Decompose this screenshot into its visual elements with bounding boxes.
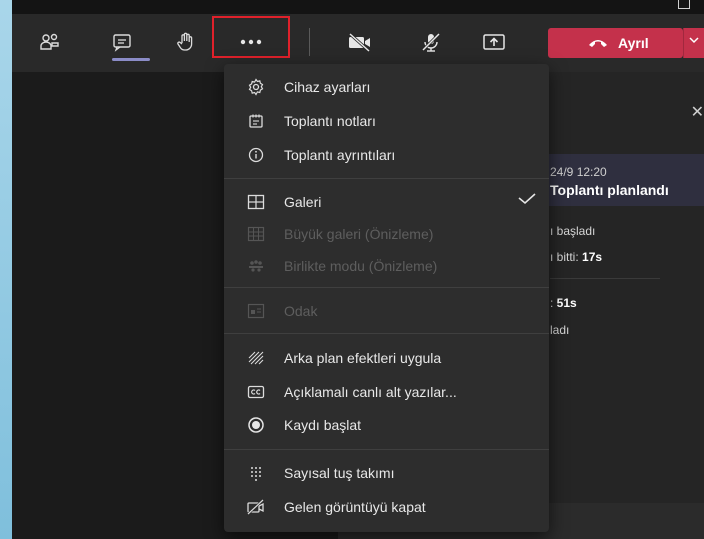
mic-off-icon [420, 31, 442, 53]
menu-item-label: Açıklamalı canlı alt yazılar... [284, 384, 457, 400]
chat-icon [111, 32, 133, 52]
menu-item-device-settings[interactable]: Cihaz ayarları [224, 72, 549, 102]
share-screen-icon [482, 32, 506, 52]
menu-item-start-recording[interactable]: Kaydı başlat [224, 410, 549, 440]
toolbar-divider [309, 28, 310, 56]
leave-label: Ayrıl [618, 35, 649, 51]
menu-item-label: Arka plan efektleri uygula [284, 350, 442, 366]
menu-item-label: Sayısal tuş takımı [284, 465, 395, 481]
mic-toggle-button[interactable] [417, 28, 445, 56]
menu-divider [224, 287, 549, 288]
menu-item-turn-off-incoming-video[interactable]: Gelen görüntüyü kapat [224, 492, 549, 522]
more-actions-menu: Cihaz ayarları Toplantı notları Toplantı… [224, 64, 549, 532]
large-gallery-icon [246, 224, 266, 244]
message-title: Toplantı planlandı [550, 182, 669, 198]
chat-event-ended: ı bitti: 17s [550, 250, 603, 264]
menu-item-gallery[interactable]: Galeri [224, 187, 549, 217]
menu-item-live-captions[interactable]: Açıklamalı canlı alt yazılar... [224, 377, 549, 407]
record-icon [246, 415, 266, 435]
camera-off-icon [347, 32, 373, 52]
menu-item-label: Birlikte modu (Önizleme) [284, 258, 438, 274]
menu-item-meeting-details[interactable]: Toplantı ayrıntıları [224, 140, 549, 170]
chevron-down-icon [688, 34, 700, 48]
menu-divider [224, 178, 549, 179]
chat-event-other: ladı [550, 323, 570, 337]
menu-item-label: Büyük galeri (Önizleme) [284, 226, 434, 242]
menu-divider [224, 449, 549, 450]
focus-icon [246, 301, 266, 321]
gear-icon [246, 77, 266, 97]
info-icon [246, 145, 266, 165]
participants-button[interactable] [36, 28, 64, 56]
background-effects-icon [246, 348, 266, 368]
raise-hand-icon [175, 31, 197, 53]
menu-item-background-effects[interactable]: Arka plan efektleri uygula [224, 343, 549, 373]
video-off-icon [246, 497, 266, 517]
menu-item-large-gallery: Büyük galeri (Önizleme) [224, 219, 549, 249]
participants-icon [39, 32, 61, 52]
menu-item-together-mode: Birlikte modu (Önizleme) [224, 251, 549, 281]
checkmark-icon [517, 192, 537, 211]
leave-options-button[interactable] [683, 28, 704, 58]
leave-button[interactable]: Ayrıl [548, 28, 683, 58]
closed-captions-icon [246, 382, 266, 402]
highlight-box [212, 16, 290, 58]
menu-item-label: Toplantı ayrıntıları [284, 147, 396, 163]
chat-selected-indicator [112, 58, 150, 61]
camera-toggle-button[interactable] [346, 28, 374, 56]
window-title-bar [12, 0, 704, 14]
chat-event-started: ı başladı [550, 224, 596, 238]
raise-hand-button[interactable] [172, 28, 200, 56]
menu-item-meeting-notes[interactable]: Toplantı notları [224, 106, 549, 136]
menu-item-label: Odak [284, 303, 318, 319]
chat-separator [550, 278, 660, 279]
message-timestamp: 24/9 12:20 [550, 165, 607, 179]
share-screen-button[interactable] [480, 28, 508, 56]
menu-item-label: Toplantı notları [284, 113, 376, 129]
menu-item-label: Galeri [284, 194, 322, 210]
restore-window-icon[interactable] [678, 0, 690, 9]
menu-item-label: Cihaz ayarları [284, 79, 371, 95]
chat-event-duration: : 51s [550, 296, 577, 310]
menu-item-focus: Odak [224, 296, 549, 326]
gallery-icon [246, 192, 266, 212]
menu-item-dial-pad[interactable]: Sayısal tuş takımı [224, 458, 549, 488]
phone-hangup-icon [588, 35, 608, 51]
menu-item-label: Kaydı başlat [284, 417, 362, 433]
together-mode-icon [246, 256, 266, 276]
close-panel-icon[interactable]: ✕ [691, 102, 704, 122]
notes-icon [246, 111, 266, 131]
menu-divider [224, 333, 549, 334]
desktop-edge [0, 0, 12, 539]
dial-pad-icon [246, 463, 266, 483]
chat-button[interactable] [108, 28, 136, 56]
menu-item-label: Gelen görüntüyü kapat [284, 499, 426, 515]
